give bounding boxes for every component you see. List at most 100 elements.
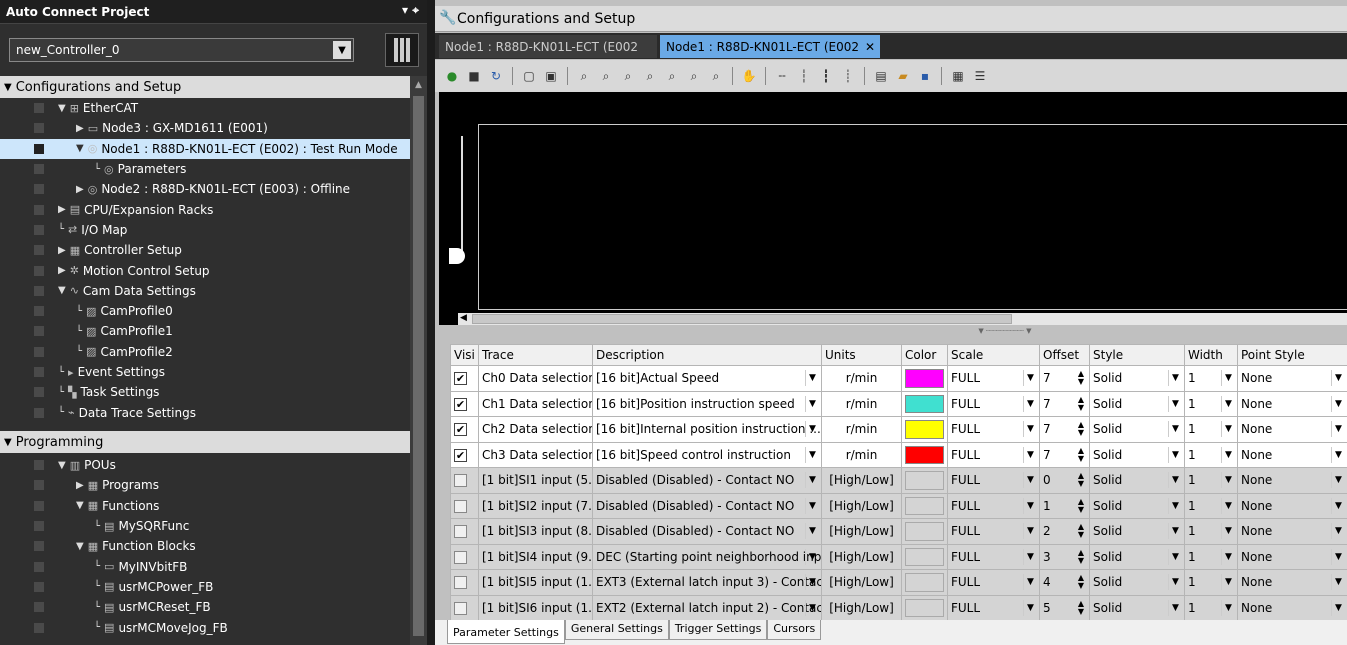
column-header[interactable]: Description bbox=[592, 344, 822, 366]
chevron-down-icon[interactable]: ▼ bbox=[1221, 599, 1235, 616]
save-icon[interactable]: ▪ bbox=[916, 67, 934, 85]
tree-item[interactable]: └ ⌁ Data Trace Settings bbox=[0, 402, 410, 422]
collapse-icon[interactable]: ▼ bbox=[4, 437, 12, 448]
style-select[interactable]: Solid bbox=[1093, 601, 1122, 615]
collapsed-icon[interactable]: ▶ bbox=[76, 123, 84, 134]
spinner-icon[interactable]: ▲ ▼ bbox=[1075, 599, 1087, 616]
table-row[interactable]: ✔ Ch2 Data selection [16 bit]Internal posi… bbox=[450, 416, 1347, 443]
tab-node1-inactive[interactable]: Node1 : R88D-KN01L-ECT (E002 bbox=[439, 35, 657, 58]
collapsed-icon[interactable]: ▶ bbox=[58, 265, 66, 276]
open-folder-icon[interactable]: ▰ bbox=[894, 67, 912, 85]
grid-splitter[interactable]: ▼ ┄┄┄┄┄┄┄┄┄ ▼ bbox=[935, 327, 1075, 337]
chevron-down-icon[interactable]: ▼ bbox=[1023, 395, 1037, 412]
style-select[interactable]: Solid bbox=[1093, 550, 1122, 564]
cursor-pair-icon[interactable]: ┇ bbox=[817, 67, 835, 85]
tree-item[interactable]: ▼ ▦ Function Blocks bbox=[0, 536, 410, 556]
visible-checkbox[interactable]: ✔ bbox=[454, 397, 467, 411]
tab-cursors[interactable]: Cursors bbox=[767, 620, 822, 640]
spinner-icon[interactable]: ▲ ▼ bbox=[1075, 497, 1087, 514]
tree-item[interactable]: └ ▤ usrMCReset_FB bbox=[0, 597, 410, 617]
chevron-down-icon[interactable]: ▼ bbox=[1331, 599, 1345, 616]
column-header[interactable]: Trace bbox=[478, 344, 593, 366]
style-select[interactable]: Solid bbox=[1093, 473, 1122, 487]
chevron-down-icon[interactable]: ▼ bbox=[1168, 574, 1182, 590]
chevron-down-icon[interactable]: ▼ bbox=[1023, 370, 1037, 386]
explorer-scrollbar[interactable]: ▲ bbox=[410, 76, 427, 645]
expanded-icon[interactable]: ▼ bbox=[58, 460, 66, 471]
color-swatch[interactable] bbox=[905, 420, 944, 439]
offset-value[interactable]: 0 bbox=[1043, 473, 1051, 487]
chevron-down-icon[interactable]: ▼ bbox=[1331, 548, 1345, 565]
tab-node1-active[interactable]: Node1 : R88D-KN01L-ECT (E002 ✕ bbox=[660, 35, 880, 58]
start-trace-icon[interactable]: ● bbox=[443, 67, 461, 85]
tree-item[interactable]: └ ▨ CamProfile2 bbox=[0, 342, 410, 362]
description-select[interactable]: Disabled (Disabled) - Contact NO bbox=[596, 499, 794, 513]
chevron-down-icon[interactable]: ▼ bbox=[1023, 574, 1037, 590]
collapsed-icon[interactable]: ▶ bbox=[76, 184, 84, 195]
scale-select[interactable]: FULL bbox=[951, 422, 980, 436]
chevron-down-icon[interactable]: ▼ bbox=[805, 446, 819, 463]
chevron-down-icon[interactable]: ▼ bbox=[805, 497, 819, 514]
description-select[interactable]: EXT2 (External latch input 2) - Contact.… bbox=[596, 601, 821, 615]
style-select[interactable]: Solid bbox=[1093, 575, 1122, 589]
visible-checkbox[interactable] bbox=[454, 576, 467, 590]
chevron-down-icon[interactable]: ▼ bbox=[1221, 395, 1235, 412]
column-header[interactable]: Color bbox=[901, 344, 948, 366]
scroll-left-icon[interactable]: ◀ bbox=[460, 313, 467, 323]
offset-value[interactable]: 2 bbox=[1043, 524, 1051, 538]
tree-item[interactable]: ▼ ▦ Functions bbox=[0, 496, 410, 516]
list-icon[interactable]: ☰ bbox=[971, 67, 989, 85]
offset-value[interactable]: 7 bbox=[1043, 422, 1051, 436]
chevron-down-icon[interactable]: ▼ bbox=[1221, 370, 1235, 386]
chevron-down-icon[interactable]: ▼ bbox=[1168, 446, 1182, 463]
collapsed-icon[interactable]: ▶ bbox=[58, 204, 66, 215]
repeat-icon[interactable]: ↻ bbox=[487, 67, 505, 85]
table-row[interactable]: ✔ Ch3 Data selection [16 bit]Speed control… bbox=[450, 441, 1347, 468]
color-swatch[interactable] bbox=[905, 547, 944, 566]
point-style-select[interactable]: None bbox=[1241, 473, 1272, 487]
tree-item[interactable]: ▶ ◎ Node2 : R88D-KN01L-ECT (E003) : Offlin… bbox=[0, 179, 410, 199]
description-select[interactable]: DEC (Starting point neighborhood inpu... bbox=[596, 550, 821, 564]
offset-value[interactable]: 7 bbox=[1043, 397, 1051, 411]
chevron-down-icon[interactable]: ▼ bbox=[1221, 446, 1235, 463]
scale-select[interactable]: FULL bbox=[951, 601, 980, 615]
offset-value[interactable]: 4 bbox=[1043, 575, 1051, 589]
scale-select[interactable]: FULL bbox=[951, 371, 980, 385]
close-icon[interactable]: ✕ bbox=[865, 40, 875, 54]
spinner-icon[interactable]: ▲ ▼ bbox=[1075, 370, 1087, 386]
chevron-down-icon[interactable]: ▼ bbox=[1023, 446, 1037, 463]
tree-item[interactable]: └ ▨ CamProfile1 bbox=[0, 321, 410, 341]
visible-checkbox[interactable]: ✔ bbox=[454, 448, 467, 462]
zoom-area-icon[interactable]: ⌕ bbox=[707, 67, 725, 85]
chevron-down-icon[interactable]: ▼ bbox=[805, 523, 819, 539]
table-row[interactable]: [1 bit]SI1 input (5... Disabled (Disabled… bbox=[450, 467, 1347, 494]
chevron-down-icon[interactable]: ▼ bbox=[805, 395, 819, 412]
color-swatch[interactable] bbox=[905, 522, 944, 541]
tree-item[interactable]: └ ▤ MySQRFunc bbox=[0, 516, 410, 536]
tree-item[interactable]: └ ▭ MyINVbitFB bbox=[0, 556, 410, 576]
chevron-down-icon[interactable]: ▼ bbox=[1221, 497, 1235, 514]
chevron-down-icon[interactable]: ▼ bbox=[1168, 548, 1182, 565]
column-header[interactable]: Scale bbox=[947, 344, 1040, 366]
tree-item[interactable]: ▼ ◎ Node1 : R88D-KN01L-ECT (E002) : Test R… bbox=[0, 138, 410, 159]
chevron-down-icon[interactable]: ▼ bbox=[1168, 370, 1182, 386]
tree-item[interactable]: └ ▸ Event Settings bbox=[0, 362, 410, 382]
description-select[interactable]: [16 bit]Speed control instruction bbox=[596, 448, 791, 462]
scale-select[interactable]: FULL bbox=[951, 575, 980, 589]
chevron-down-icon[interactable]: ▼ bbox=[805, 599, 819, 616]
zoom-fit-icon[interactable]: ⌕ bbox=[575, 67, 593, 85]
table-row[interactable]: [1 bit]SI6 input (1... EXT2 (External lat… bbox=[450, 594, 1347, 620]
expanded-icon[interactable]: ▼ bbox=[76, 541, 84, 552]
description-select[interactable]: [16 bit]Actual Speed bbox=[596, 371, 719, 385]
stop-trace-icon[interactable]: ■ bbox=[465, 67, 483, 85]
chevron-down-icon[interactable]: ▼ bbox=[1168, 472, 1182, 488]
table-row[interactable]: ✔ Ch0 Data selection [16 bit]Actual Speed ▼… bbox=[450, 365, 1347, 392]
color-swatch[interactable] bbox=[905, 598, 944, 617]
chevron-down-icon[interactable]: ▼ bbox=[805, 574, 819, 590]
visible-checkbox[interactable] bbox=[454, 601, 467, 615]
chevron-down-icon[interactable]: ▼ bbox=[1331, 421, 1345, 437]
chevron-down-icon[interactable]: ▼ bbox=[1331, 574, 1345, 590]
chevron-down-icon[interactable]: ▼ bbox=[1023, 548, 1037, 565]
pin-icon[interactable]: ▾ ⌖ bbox=[402, 3, 419, 18]
tree-item[interactable]: ▶ ▭ Node3 : GX-MD1611 (E001) bbox=[0, 118, 410, 138]
